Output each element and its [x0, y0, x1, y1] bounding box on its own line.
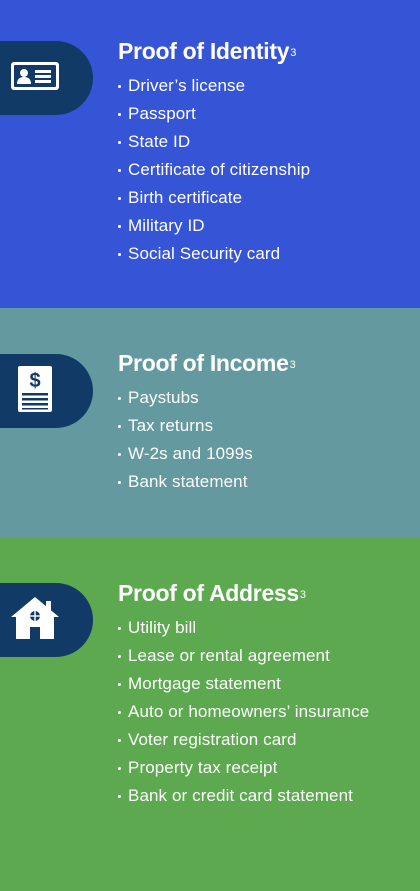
identity-section: Proof of Identity3 Driver’s license Pass… — [0, 0, 420, 308]
income-tab: $ — [0, 354, 93, 428]
income-footnote-marker: 3 — [289, 359, 296, 371]
list-item: Utility bill — [118, 618, 412, 638]
list-item: Bank statement — [118, 472, 412, 492]
income-heading: Proof of Income3 — [118, 348, 412, 378]
list-item: Passport — [118, 104, 412, 124]
address-list: Utility bill Lease or rental agreement M… — [118, 618, 412, 806]
list-item: Tax returns — [118, 416, 412, 436]
identity-footnote-marker: 3 — [290, 47, 297, 59]
list-item: State ID — [118, 132, 412, 152]
list-item: Auto or homeowners’ insurance — [118, 702, 412, 722]
income-title: Proof of Income — [118, 350, 289, 376]
income-content: Proof of Income3 Paystubs Tax returns W-… — [118, 348, 412, 500]
address-heading: Proof of Address3 — [118, 578, 412, 608]
list-item: Certificate of citizenship — [118, 160, 412, 180]
list-item: Paystubs — [118, 388, 412, 408]
income-list: Paystubs Tax returns W-2s and 1099s Bank… — [118, 388, 412, 492]
list-item: W-2s and 1099s — [118, 444, 412, 464]
address-section: Proof of Address3 Utility bill Lease or … — [0, 538, 420, 891]
list-item: Military ID — [118, 216, 412, 236]
list-item: Driver’s license — [118, 76, 412, 96]
id-card-icon — [10, 61, 60, 96]
address-footnote-marker: 3 — [299, 589, 306, 601]
income-section: $ Proof of Income3 Paystubs Tax returns … — [0, 308, 420, 538]
address-content: Proof of Address3 Utility bill Lease or … — [118, 578, 412, 814]
identity-title: Proof of Identity — [118, 38, 290, 64]
svg-text:$: $ — [29, 370, 40, 392]
address-tab — [0, 583, 93, 657]
list-item: Property tax receipt — [118, 758, 412, 778]
list-item: Mortgage statement — [118, 674, 412, 694]
pay-document-icon: $ — [17, 365, 53, 418]
list-item: Social Security card — [118, 244, 412, 264]
identity-heading: Proof of Identity3 — [118, 36, 412, 66]
identity-content: Proof of Identity3 Driver’s license Pass… — [118, 36, 412, 272]
identity-list: Driver’s license Passport State ID Certi… — [118, 76, 412, 264]
list-item: Lease or rental agreement — [118, 646, 412, 666]
identity-tab — [0, 41, 93, 115]
list-item: Voter registration card — [118, 730, 412, 750]
house-icon — [9, 595, 61, 646]
list-item: Bank or credit card statement — [118, 786, 412, 806]
address-title: Proof of Address — [118, 580, 299, 606]
list-item: Birth certificate — [118, 188, 412, 208]
